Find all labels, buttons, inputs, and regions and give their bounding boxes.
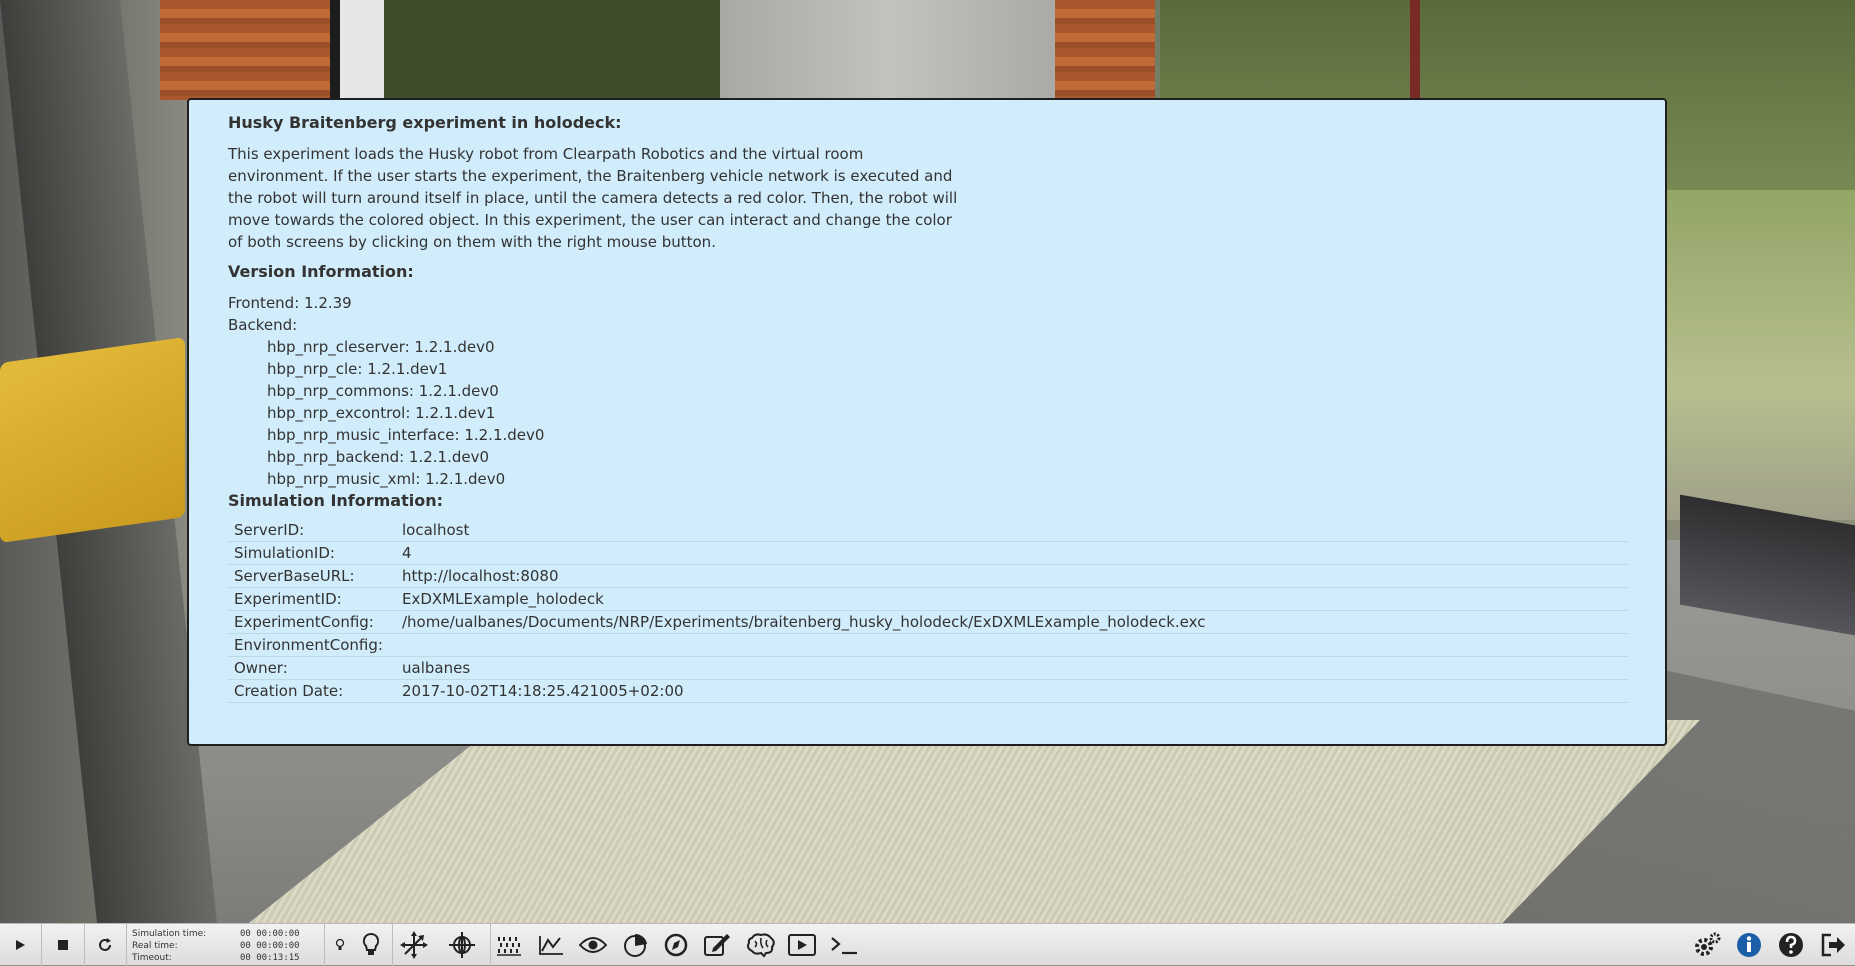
info-value: /home/ualbanes/Documents/NRP/Experiments…: [396, 610, 1628, 634]
settings-button[interactable]: [1688, 928, 1726, 962]
spike-raster-icon: [496, 934, 522, 956]
simulation-info-table: ServerID: localhost SimulationID: 4 Server…: [228, 519, 1628, 703]
settings-icon: [1692, 931, 1722, 959]
info-value: 4: [396, 541, 1628, 565]
terminal-button[interactable]: [826, 928, 862, 962]
info-value: localhost: [396, 519, 1628, 542]
info-key: ExperimentConfig:: [228, 610, 396, 634]
navigation-button[interactable]: [659, 928, 693, 962]
brain-icon: [746, 932, 776, 958]
sim-time-value: 00 00:00:00: [240, 929, 300, 939]
backend-version-item: hbp_nrp_cleserver: 1.2.1.dev0: [267, 338, 495, 356]
navigation-icon: [663, 932, 689, 958]
light-small-button[interactable]: [324, 928, 356, 962]
eye-icon: [579, 935, 607, 955]
info-key: ExperimentID:: [228, 587, 396, 611]
table-row: ExperimentID: ExDXMLExample_holodeck: [228, 587, 1628, 611]
scene-window: [330, 0, 740, 100]
reset-button[interactable]: [87, 928, 123, 962]
backend-version-item: hbp_nrp_music_xml: 1.2.1.dev0: [267, 470, 506, 488]
table-row: ServerBaseURL: http://localhost:8080: [228, 564, 1628, 588]
robot-view-button[interactable]: [618, 928, 652, 962]
exit-icon: [1819, 932, 1847, 958]
info-key: ServerBaseURL:: [228, 564, 396, 588]
info-key: SimulationID:: [228, 541, 396, 565]
info-value: http://localhost:8080: [396, 564, 1628, 588]
info-button[interactable]: [1730, 928, 1768, 962]
backend-label: Backend:: [228, 316, 298, 334]
table-row: Owner: ualbanes: [228, 656, 1628, 680]
play-button[interactable]: [2, 928, 38, 962]
light-bulb-icon: [361, 932, 381, 958]
editor-icon: [703, 932, 731, 958]
robot-view-icon: [622, 932, 648, 958]
simulation-timer: Simulation time: 00 00:00:00 Real time: 00…: [132, 928, 322, 964]
translate-button[interactable]: [394, 928, 434, 962]
scene-wood-panel: [160, 0, 330, 100]
table-row: Creation Date: 2017-10-02T14:18:25.421005…: [228, 679, 1628, 703]
timeout-label: Timeout:: [132, 953, 172, 963]
version-heading: Version Information:: [228, 262, 414, 281]
brain-button[interactable]: [742, 928, 780, 962]
rotate-icon: [447, 930, 477, 960]
info-value: 2017-10-02T14:18:25.421005+02:00: [396, 679, 1628, 703]
table-row: EnvironmentConfig:: [228, 633, 1628, 657]
scene-wood-panel: [1055, 0, 1155, 100]
info-key: Creation Date:: [228, 679, 396, 703]
real-time-label: Real time:: [132, 941, 178, 951]
spike-raster-button[interactable]: [492, 928, 526, 962]
backend-version-item: hbp_nrp_cle: 1.2.1.dev1: [267, 360, 448, 378]
info-key: EnvironmentConfig:: [228, 633, 396, 657]
backend-version-list: hbp_nrp_cleserver: 1.2.1.dev0 hbp_nrp_cl…: [228, 336, 1627, 490]
video-button[interactable]: [784, 928, 820, 962]
stop-icon: [56, 938, 70, 952]
timeout-value: 00 00:13:15: [240, 953, 300, 963]
frontend-version: Frontend: 1.2.39: [228, 294, 352, 312]
editor-button[interactable]: [700, 928, 734, 962]
info-value: ualbanes: [396, 656, 1628, 680]
experiment-description: This experiment loads the Husky robot fr…: [228, 145, 958, 251]
scene-concrete-wall: [720, 0, 1060, 100]
info-value: [396, 633, 1628, 657]
eye-button[interactable]: [576, 928, 610, 962]
info-key: Owner:: [228, 656, 396, 680]
translate-icon: [399, 930, 429, 960]
table-row: ExperimentConfig:/home/ualbanes/Document…: [228, 610, 1628, 634]
terminal-icon: [829, 935, 859, 955]
backend-version-item: hbp_nrp_excontrol: 1.2.1.dev1: [267, 404, 496, 422]
info-icon: [1736, 932, 1762, 958]
table-row: ServerID: localhost: [228, 519, 1628, 542]
light-bulb-button[interactable]: [353, 928, 389, 962]
info-key: ServerID:: [228, 519, 396, 542]
exit-button[interactable]: [1814, 928, 1852, 962]
play-icon: [13, 938, 27, 952]
info-value: ExDXMLExample_holodeck: [396, 587, 1628, 611]
reset-icon: [96, 936, 114, 954]
table-row: SimulationID: 4: [228, 541, 1628, 565]
backend-version-item: hbp_nrp_commons: 1.2.1.dev0: [267, 382, 499, 400]
experiment-title: Husky Braitenberg experiment in holodeck…: [228, 113, 622, 132]
line-chart-button[interactable]: [534, 928, 568, 962]
scene-grass: [1660, 190, 1855, 520]
simulation-toolbar: Simulation time: 00 00:00:00 Real time: 00…: [0, 923, 1855, 966]
sim-time-label: Simulation time:: [132, 929, 207, 939]
backend-version-item: hbp_nrp_music_interface: 1.2.1.dev0: [267, 426, 545, 444]
scene-yellow-sofa: [0, 336, 185, 543]
experiment-info-dialog: Husky Braitenberg experiment in holodeck…: [187, 98, 1667, 746]
help-icon: [1778, 932, 1804, 958]
backend-version-item: hbp_nrp_backend: 1.2.1.dev0: [267, 448, 490, 466]
rotate-button[interactable]: [442, 928, 482, 962]
help-button[interactable]: [1772, 928, 1810, 962]
light-small-icon: [334, 937, 346, 953]
stop-button[interactable]: [45, 928, 81, 962]
video-icon: [787, 933, 817, 957]
simulation-heading: Simulation Information:: [228, 491, 444, 510]
real-time-value: 00 00:00:00: [240, 941, 300, 951]
line-chart-icon: [538, 934, 564, 956]
